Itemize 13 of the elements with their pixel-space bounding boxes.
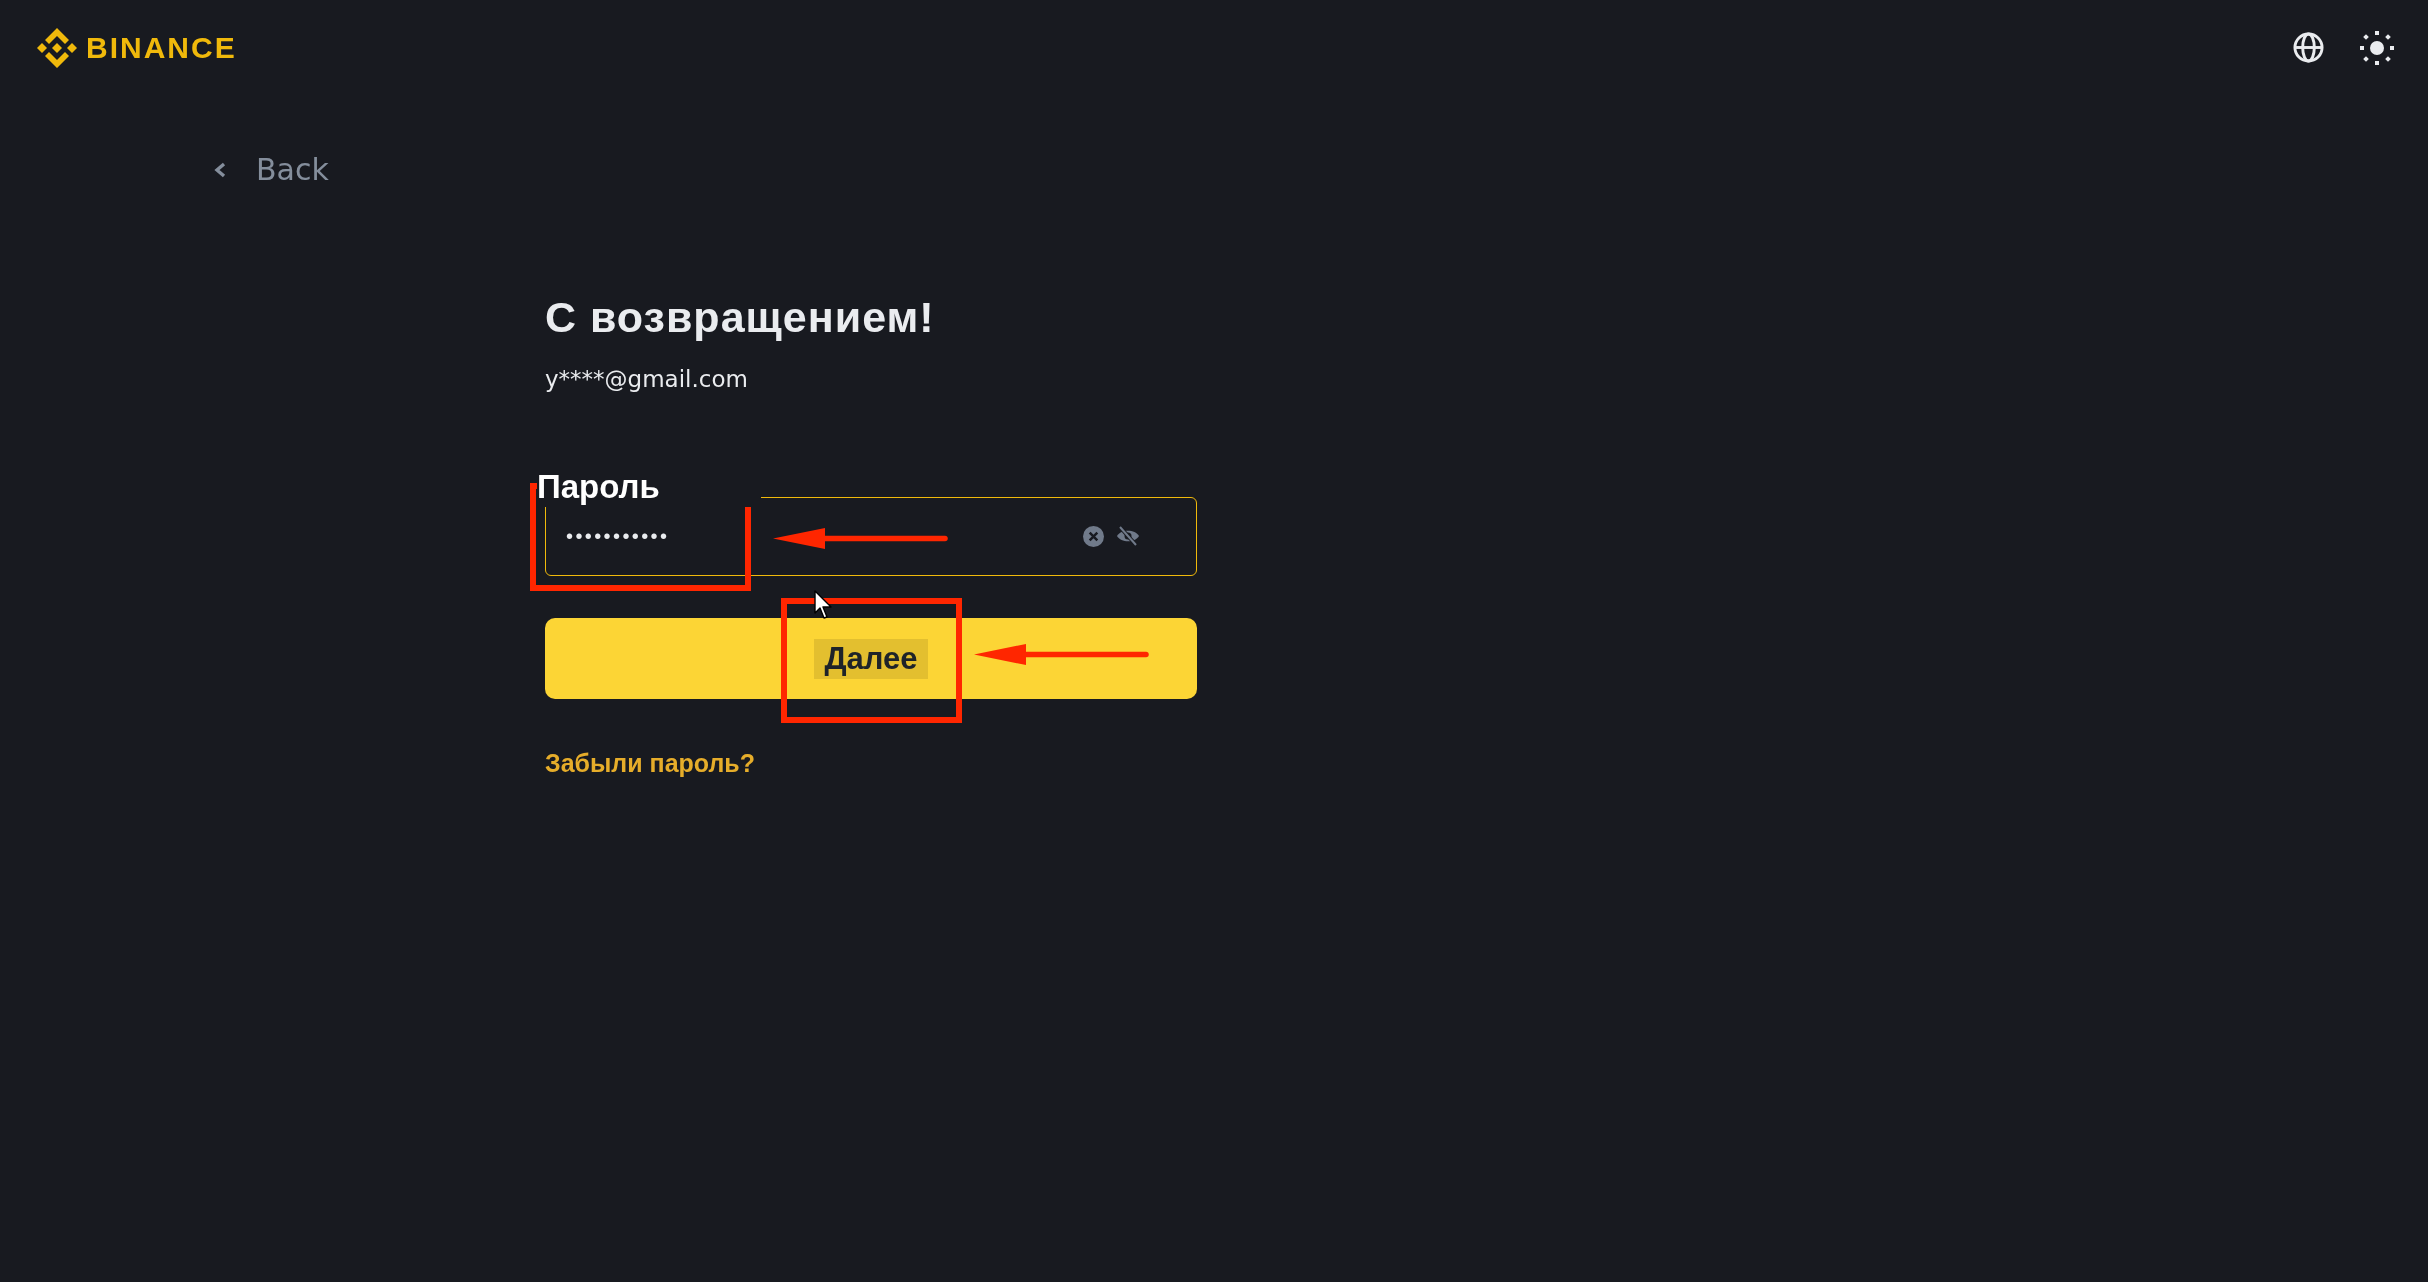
clear-icon[interactable]: [1083, 526, 1104, 547]
eye-slash-icon[interactable]: [1116, 526, 1140, 546]
globe-icon[interactable]: [2293, 32, 2324, 63]
cursor-icon: [814, 590, 833, 620]
back-link[interactable]: Back: [214, 150, 329, 190]
welcome-title: С возвращением!: [545, 292, 935, 342]
next-button[interactable]: Далее: [545, 618, 1197, 699]
account-email: y****@gmail.com: [545, 365, 748, 394]
chevron-left-icon: [214, 162, 226, 178]
sun-icon[interactable]: [2360, 30, 2394, 65]
forgot-password-link[interactable]: Забыли пароль?: [545, 748, 755, 778]
logo-icon[interactable]: [37, 27, 77, 68]
logo-text[interactable]: BINANCE: [86, 30, 237, 65]
